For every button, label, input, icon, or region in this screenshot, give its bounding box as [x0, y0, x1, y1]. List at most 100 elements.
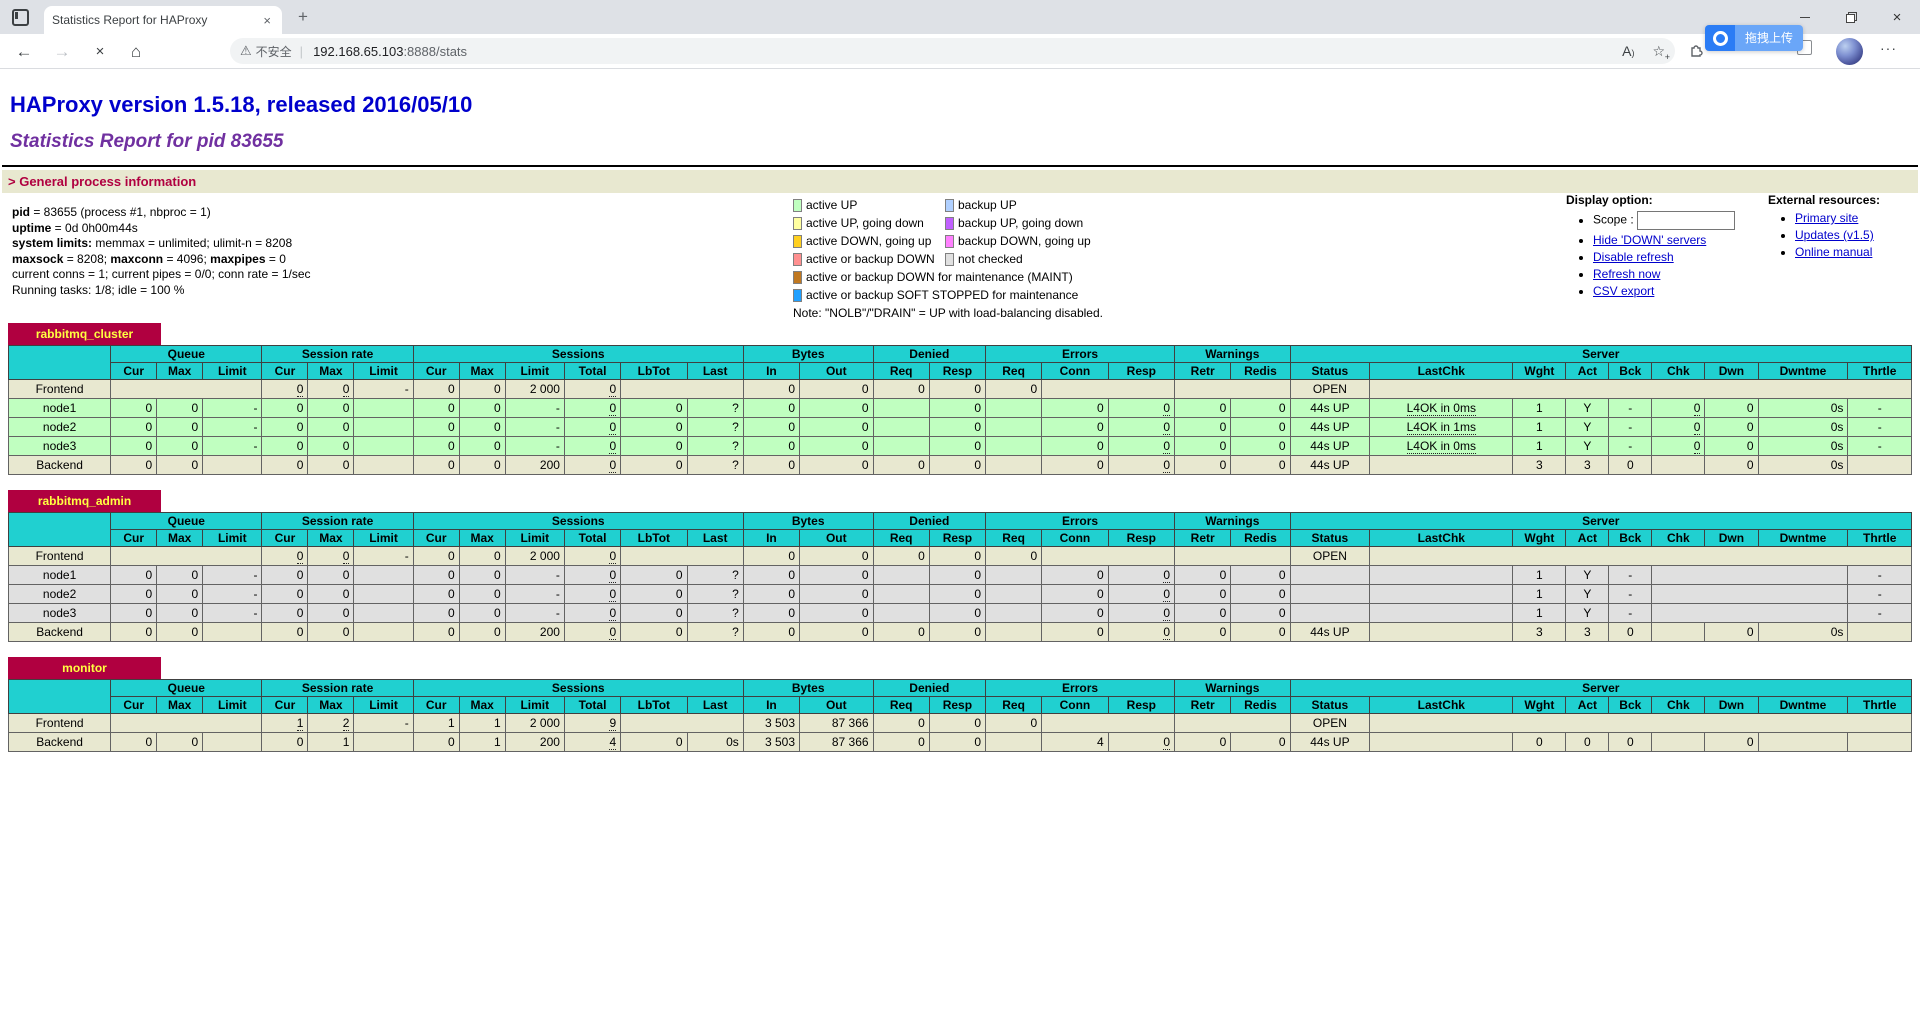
legend-swatch-icon	[793, 198, 802, 212]
stat-cell: 87 366	[799, 713, 874, 733]
stat-cell: 0	[1107, 417, 1176, 437]
column-header: Chk	[1651, 696, 1706, 714]
stat-cell	[1651, 603, 1849, 623]
display-option-link[interactable]: CSV export	[1593, 284, 1654, 298]
scope-input[interactable]	[1637, 211, 1736, 230]
group-header: Server	[1289, 679, 1913, 697]
legend-row: active or backup DOWN for maintenance (M…	[793, 268, 1103, 286]
stat-cell: ?	[686, 398, 744, 418]
stat-cell: 0	[563, 398, 622, 418]
group-header: Errors	[984, 512, 1176, 530]
stat-cell: 0	[261, 584, 309, 604]
column-header: Max	[458, 362, 506, 380]
back-button[interactable]: ←	[14, 42, 34, 62]
read-aloud-icon[interactable]: A)	[1622, 43, 1634, 59]
column-header: Act	[1565, 696, 1610, 714]
browser-tab[interactable]: Statistics Report for HAProxy ×	[44, 6, 282, 34]
display-option-link[interactable]: Disable refresh	[1593, 250, 1674, 264]
stat-cell: 1	[1512, 584, 1567, 604]
page-title[interactable]: HAProxy version 1.5.18, released 2016/05…	[10, 92, 472, 118]
stat-cell: 0	[1107, 584, 1176, 604]
external-resource-item: Online manual	[1795, 245, 1918, 259]
stat-cell: OPEN	[1289, 713, 1371, 733]
stat-cell: -	[1847, 565, 1912, 585]
home-button[interactable]: ⌂	[126, 42, 146, 62]
column-header: Limit	[353, 362, 414, 380]
stat-cell: 1	[307, 732, 355, 752]
stat-cell: 0	[1174, 398, 1232, 418]
favorite-icon[interactable]: ☆	[1652, 43, 1669, 62]
group-header: Warnings	[1174, 345, 1291, 363]
stat-cell: 0	[261, 622, 309, 642]
proxy-link-rabbitmq_cluster[interactable]: rabbitmq_cluster	[36, 327, 133, 341]
stat-cell: 0	[412, 379, 460, 399]
process-info-line: maxsock = 8208; maxconn = 4096; maxpipes…	[12, 251, 286, 266]
stat-cell: 0	[928, 622, 987, 642]
column-header: Cur	[261, 696, 309, 714]
window-close-button[interactable]: ×	[1874, 0, 1920, 34]
legend-row: active or backup SOFT STOPPED for mainte…	[793, 286, 1103, 304]
stat-cell: 0	[872, 546, 930, 566]
security-label[interactable]: 不安全	[256, 43, 292, 60]
stat-cell: 0	[1651, 436, 1706, 456]
external-resource-link[interactable]: Primary site	[1795, 211, 1858, 225]
stat-cell: -	[504, 417, 565, 437]
legend-item: not checked	[945, 252, 1023, 266]
legend-swatch-icon	[945, 216, 954, 230]
tab-close-icon[interactable]: ×	[260, 13, 274, 28]
window-restore-button[interactable]	[1828, 0, 1874, 34]
browser-menu-button[interactable]: ···	[1880, 40, 1897, 56]
proxy-link-rabbitmq_admin[interactable]: rabbitmq_admin	[38, 494, 131, 508]
column-header: Bck	[1608, 529, 1653, 547]
external-resource-link[interactable]: Updates (v1.5)	[1795, 228, 1874, 242]
new-tab-button[interactable]: +	[292, 7, 314, 29]
stat-cell: 9	[563, 713, 622, 733]
stop-button[interactable]: ×	[90, 42, 110, 62]
column-header: Last	[686, 529, 744, 547]
stat-cell	[353, 436, 414, 456]
table-row-node1: node1 0 0-0 0 0 0-0 0? 0 0 0 0 0 0 0 44s UP L4OK in 0ms…	[7, 398, 1912, 418]
stat-cell: 1	[1512, 436, 1567, 456]
stat-cell: 0	[563, 565, 622, 585]
column-header: Conn	[1041, 696, 1109, 714]
stat-cell: -	[1847, 584, 1912, 604]
legend-swatch-icon	[945, 252, 954, 266]
stat-cell: 0	[1230, 622, 1291, 642]
stat-cell	[110, 713, 263, 733]
row-label: node3	[7, 436, 112, 456]
stat-cell	[872, 603, 930, 623]
stat-cell: 0	[563, 584, 622, 604]
stat-cell: -	[202, 417, 263, 437]
proxy-section-rabbitmq_cluster: rabbitmq_cluster Queue Session rate Session…	[7, 323, 1913, 475]
address-bar[interactable]: ⚠ 不安全 | 192.168.65.103:8888/stats A) ☆	[230, 38, 1675, 64]
drag-upload-badge[interactable]: 拖拽上传	[1705, 25, 1804, 51]
display-option-link[interactable]: Hide 'DOWN' servers	[1593, 233, 1706, 247]
display-option-link[interactable]: Refresh now	[1593, 267, 1660, 281]
column-header: Dwn	[1704, 529, 1759, 547]
table-row-node2: node2 0 0-0 0 0 0-0 0? 0 0 0 0 0 0 0 1 Y - -	[7, 584, 1912, 604]
stat-cell: 0	[563, 379, 622, 399]
column-header: Max	[156, 696, 204, 714]
column-header: Redis	[1230, 362, 1291, 380]
stat-cell	[202, 732, 263, 752]
stat-cell: 0	[620, 732, 688, 752]
stat-cell: 0	[1107, 603, 1176, 623]
stat-cell: 0	[458, 417, 506, 437]
stat-cell	[202, 455, 263, 475]
stat-cell: 0	[307, 436, 355, 456]
stat-cell: 0	[1041, 584, 1109, 604]
tab-actions-button[interactable]	[10, 7, 30, 27]
stat-cell: 0	[458, 584, 506, 604]
group-header: Server	[1289, 345, 1913, 363]
proxy-link-monitor[interactable]: monitor	[62, 661, 107, 675]
stat-cell	[1174, 546, 1291, 566]
column-header: Resp	[1107, 529, 1176, 547]
stat-cell: 0	[563, 603, 622, 623]
external-resource-link[interactable]: Online manual	[1795, 245, 1872, 259]
stat-cell: 0	[928, 584, 987, 604]
stat-cell: 0	[1107, 622, 1176, 642]
profile-avatar[interactable]	[1836, 38, 1863, 65]
stat-cell: 0	[984, 713, 1043, 733]
extensions-icon[interactable]	[1688, 42, 1704, 63]
stat-cell: 0	[1107, 455, 1176, 475]
